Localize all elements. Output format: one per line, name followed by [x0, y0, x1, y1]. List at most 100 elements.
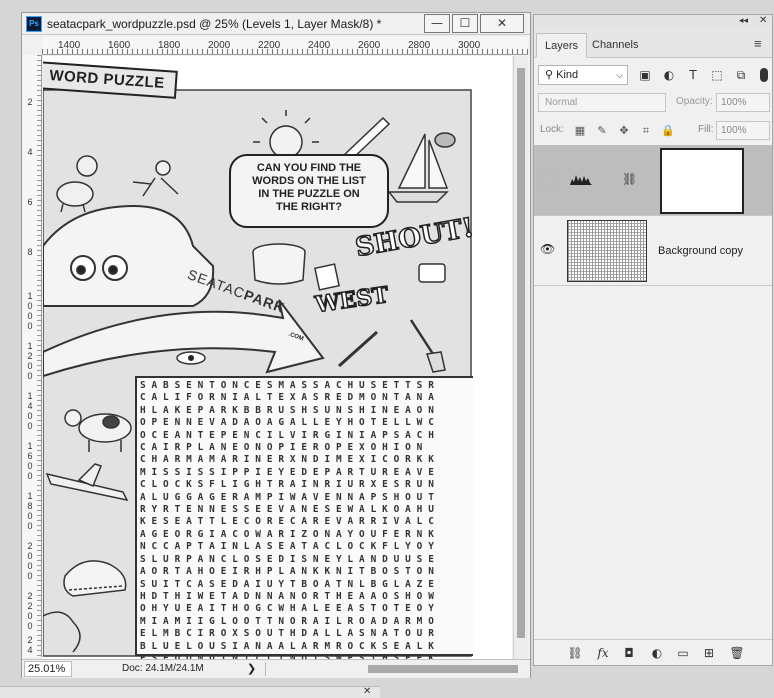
lock-all-icon[interactable]: 🔒 — [660, 123, 676, 139]
ruler-label: 2 4 — [25, 635, 35, 655]
pot-icon — [252, 243, 306, 285]
bubble-line: WORDS ON THE LIST — [252, 175, 366, 187]
filter-toggle[interactable] — [760, 68, 768, 82]
lock-artboard-icon[interactable]: ⌗ — [638, 123, 654, 139]
zoom-input[interactable]: 25.01% — [24, 661, 72, 677]
ruler-label: 4 — [25, 147, 35, 157]
lock-image-icon[interactable]: ✎ — [594, 123, 610, 139]
grid-row: H D T H I W E T A D N N A N O R T H E A … — [140, 590, 434, 602]
grid-row: S A B S E N T O N C E S M A S S A C H U … — [140, 380, 434, 391]
horizontal-ruler[interactable]: 1400 1600 1800 2000 2200 2400 2600 2800 … — [42, 37, 528, 55]
grid-row: N C C A P T A I N L A S E A T A C L O C … — [140, 541, 434, 553]
visibility-toggle[interactable] — [542, 174, 554, 186]
close-button[interactable]: ✕ — [480, 14, 524, 33]
adjustment-layer-icon[interactable]: ◐ — [646, 644, 668, 662]
tab-channels[interactable]: Channels — [584, 33, 646, 58]
lock-row: Lock: ▦ ✎ ✥ ⌗ 🔒 Fill: 100% — [538, 121, 770, 141]
opacity-label: Opacity: — [676, 96, 713, 107]
grid-row: K E S E A T T L E C O R E C A R E V A R … — [140, 516, 434, 528]
layer-row-levels[interactable]: ⛓ — [534, 146, 772, 216]
grid-row: M I S S I S S I P P I E Y E D E P A R T … — [140, 466, 434, 478]
maximize-button[interactable]: ☐ — [452, 14, 478, 33]
ruler-label: 8 — [25, 247, 35, 257]
ruler-label: 2 — [25, 97, 35, 107]
bubble-line: IN THE PUZZLE ON — [258, 188, 360, 200]
lock-position-icon[interactable]: ✥ — [616, 123, 632, 139]
filter-pixel-icon[interactable]: ▣ — [636, 66, 654, 84]
layer-name[interactable]: Background copy — [658, 245, 743, 257]
vertical-scrollbar[interactable] — [513, 56, 528, 659]
filter-adjustment-icon[interactable]: ◐ — [660, 66, 678, 84]
grid-row: C A I R P L A N E O N O P I E R O P E X … — [140, 442, 423, 454]
ruler-label: 2 2 0 0 — [25, 591, 35, 631]
opacity-input[interactable]: 100% — [716, 93, 770, 112]
vertical-scroll-thumb[interactable] — [517, 68, 525, 638]
grid-row: H L A K E P A R K B B R U S H S U N S H … — [140, 404, 434, 416]
fill-label: Fill: — [698, 124, 714, 135]
grid-row: A G E O R G I A C O W A R I Z O N A Y O … — [140, 528, 434, 540]
filter-type-icon[interactable]: T — [684, 66, 702, 84]
filter-shape-icon[interactable]: ⬚ — [708, 66, 726, 84]
layer-thumbnail[interactable] — [567, 220, 647, 282]
fx-icon[interactable]: fx — [592, 644, 614, 662]
document-title-bar[interactable]: Ps seatacpark_wordpuzzle.psd @ 25% (Leve… — [22, 13, 530, 35]
grid-row: O H Y U E A I T H O G C W H A L E E A S … — [140, 603, 434, 615]
blend-row: Normal Opacity: 100% — [538, 93, 770, 113]
panel-tabs: Layers Channels ≡ — [534, 28, 772, 58]
blend-mode-select[interactable]: Normal — [538, 93, 666, 112]
fill-input[interactable]: 100% — [716, 121, 770, 140]
collapse-icon[interactable]: ◂◂ — [739, 15, 748, 26]
add-mask-icon[interactable]: ◘ — [618, 644, 640, 662]
eye-icon-art — [176, 351, 206, 365]
tab-layers[interactable]: Layers — [536, 33, 588, 58]
layer-mask-thumbnail[interactable] — [660, 148, 744, 214]
photoshop-app-icon: Ps — [26, 16, 42, 32]
ruler-label: 1 2 0 0 — [25, 341, 35, 381]
speech-bubble: CAN YOU FIND THE WORDS ON THE LIST IN TH… — [229, 154, 389, 228]
group-folder-icon[interactable]: ▭ — [672, 644, 694, 662]
grid-row: S L U R P A N C L O S E D I S N E Y L A … — [140, 553, 434, 565]
minimize-button[interactable]: — — [424, 14, 450, 33]
filter-kind-label: Kind — [556, 69, 579, 81]
status-menu-arrow[interactable]: ❯ — [247, 662, 256, 675]
grid-row: R Y R T E N N E S S E E V A N E S E W A … — [140, 504, 434, 516]
document-title: seatacpark_wordpuzzle.psd @ 25% (Levels … — [47, 17, 382, 31]
search-icon: ⚲ — [545, 69, 554, 81]
grid-row: A L U G G A G E R A M P I W A V E N N A … — [140, 491, 434, 503]
filter-smart-object-icon[interactable]: ⧉ — [732, 66, 750, 84]
ruler-label: 1 4 0 0 — [25, 391, 35, 431]
horizontal-scroll-thumb[interactable] — [368, 665, 518, 673]
trash-icon[interactable]: 🗑 — [726, 644, 748, 662]
grid-row: O P E N N E V A D A O A G A L L E Y H O … — [140, 417, 434, 429]
link-layers-icon[interactable]: ⛓ — [564, 644, 586, 662]
grid-row: A O R T A H O E I R H P L A N K K N I T … — [140, 566, 434, 578]
ruler-label: 2 0 0 0 — [25, 541, 35, 581]
bug-icon — [434, 132, 456, 148]
grid-row: C A L I F O R N I A L T E X A S R E D M … — [140, 392, 434, 404]
new-layer-icon[interactable]: ⊞ — [698, 644, 720, 662]
filter-kind-select[interactable]: ⚲ Kind ⌵ — [538, 65, 628, 85]
grid-row: M I A M I I G L O O T T N O R A I L R O … — [140, 615, 434, 627]
bottom-close-icon[interactable]: ✕ — [363, 686, 371, 697]
eye-icon[interactable]: 👁 — [540, 242, 555, 256]
grid-row: C L O C K S F L I G H T R A I N R I U R … — [140, 479, 434, 491]
horizontal-scrollbar[interactable] — [265, 662, 527, 676]
layers-panel: ◂◂ ✕ Layers Channels ≡ ⚲ Kind ⌵ ▣ ◐ T ⬚ … — [533, 14, 773, 666]
layer-filter-row: ⚲ Kind ⌵ ▣ ◐ T ⬚ ⧉ — [538, 65, 770, 85]
histogram-icon — [570, 175, 592, 185]
grid-row: E L M B C I R O X S O U T H D A L L A S … — [140, 628, 434, 640]
box-icon — [314, 263, 340, 291]
grid-row: B L U E L O U S I A N A A L A R M R O C … — [140, 640, 434, 652]
panel-menu-icon[interactable]: ≡ — [754, 36, 762, 51]
vertical-ruler[interactable]: 2 4 6 8 1 0 0 0 1 2 0 0 1 4 0 0 1 6 0 0 … — [23, 55, 42, 657]
layers-list: ⛓ 👁 Background copy — [534, 145, 772, 637]
adjustment-thumbnail[interactable] — [564, 150, 622, 212]
grid-row: S U I T C A S E D A I U Y T B O A T N L … — [140, 578, 434, 590]
status-bar: 25.01% Doc: 24.1M/24.1M ❯ — [22, 659, 530, 678]
panel-close-icon[interactable]: ✕ — [759, 15, 767, 26]
canvas[interactable]: WORD PUZZLE CAN YOU FIND THE WORDS ON TH… — [43, 56, 512, 659]
chain-link-icon[interactable]: ⛓ — [622, 171, 637, 187]
layer-row-background-copy[interactable]: 👁 Background copy — [534, 216, 772, 286]
chair-icon — [418, 263, 446, 283]
lock-transparent-icon[interactable]: ▦ — [572, 123, 588, 139]
